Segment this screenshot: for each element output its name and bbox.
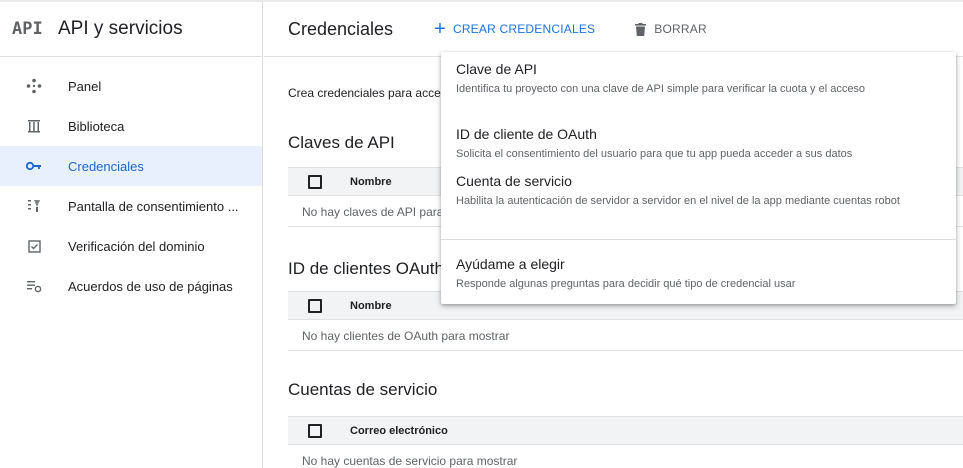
sidebar-item-label: Credenciales bbox=[68, 158, 144, 174]
product-title: API y servicios bbox=[58, 18, 183, 39]
service-accounts-empty-row: No hay cuentas de servicio para mostrar bbox=[288, 446, 963, 468]
menu-item-description: Responde algunas preguntas para decidir … bbox=[456, 278, 796, 290]
menu-item-api-key[interactable]: Clave de API Identifica tu proyecto con … bbox=[441, 61, 956, 99]
menu-item-description: Habilita la autenticación de servidor a … bbox=[456, 195, 900, 207]
menu-item-title: Cuenta de servicio bbox=[456, 173, 572, 189]
key-icon bbox=[0, 161, 68, 171]
menu-item-title: Ayúdame a elegir bbox=[456, 256, 565, 272]
select-all-checkbox[interactable] bbox=[308, 174, 322, 189]
service-accounts-title: Cuentas de servicio bbox=[288, 380, 438, 399]
select-all-checkbox[interactable] bbox=[308, 423, 322, 438]
menu-item-description: Identifica tu proyecto con una clave de … bbox=[456, 83, 866, 95]
sidebar-item-label: Biblioteca bbox=[68, 118, 125, 134]
page-usage-agreements-icon bbox=[0, 279, 68, 293]
sidebar-header: API API y servicios bbox=[0, 2, 262, 57]
column-header-name: Nombre bbox=[350, 175, 392, 188]
library-icon bbox=[0, 119, 68, 133]
domain-verification-icon bbox=[0, 239, 68, 253]
sidebar-item-domain-verification[interactable]: Verificación del dominio bbox=[0, 226, 262, 266]
trash-icon bbox=[635, 22, 647, 36]
sidebar-item-label: Panel bbox=[68, 78, 102, 94]
sidebar-item-label: Acuerdos de uso de páginas bbox=[68, 278, 233, 294]
menu-item-help-me-choose[interactable]: Ayúdame a elegir Responde algunas pregun… bbox=[441, 256, 956, 294]
sidebar-item-panel[interactable]: Panel bbox=[0, 66, 262, 106]
sidebar-item-page-usage[interactable]: Acuerdos de uso de páginas bbox=[0, 266, 262, 306]
oauth-empty-row: No hay clientes de OAuth para mostrar bbox=[288, 321, 963, 351]
column-header-email: Correo electrónico bbox=[350, 424, 448, 437]
service-accounts-table-header: Correo electrónico bbox=[288, 416, 963, 445]
create-credentials-label: CREAR CREDENCIALES bbox=[452, 22, 596, 36]
menu-item-oauth-client-id[interactable]: ID de cliente de OAuth Solicita el conse… bbox=[441, 126, 956, 164]
create-credentials-menu: Clave de API Identifica tu proyecto con … bbox=[441, 52, 956, 304]
create-credentials-button[interactable]: + CREAR CREDENCIALES bbox=[434, 19, 595, 39]
sidebar-item-credentials[interactable]: Credenciales bbox=[0, 146, 262, 186]
sidebar-item-consent-screen[interactable]: Pantalla de consentimiento ... bbox=[0, 186, 262, 226]
plus-icon: + bbox=[434, 18, 446, 40]
delete-label: BORRAR bbox=[654, 22, 707, 36]
sidebar-item-library[interactable]: Biblioteca bbox=[0, 106, 262, 146]
sidebar-nav: Panel Biblioteca Credenciales Pantalla d… bbox=[0, 66, 262, 306]
sidebar-item-label: Verificación del dominio bbox=[68, 238, 205, 254]
sidebar-item-label: Pantalla de consentimiento ... bbox=[68, 198, 239, 214]
api-keys-title: Claves de API bbox=[288, 133, 395, 152]
page-title: Credenciales bbox=[288, 18, 394, 39]
menu-item-description: Solicita el consentimiento del usuario p… bbox=[456, 148, 853, 160]
api-logo: API bbox=[12, 19, 43, 39]
sidebar: API API y servicios Panel Biblioteca Cre… bbox=[0, 2, 263, 468]
dashboard-icon bbox=[0, 78, 68, 94]
menu-item-title: Clave de API bbox=[456, 61, 537, 77]
menu-divider bbox=[441, 239, 956, 240]
select-all-checkbox[interactable] bbox=[308, 298, 322, 313]
consent-screen-icon bbox=[0, 199, 68, 213]
delete-button[interactable]: BORRAR bbox=[635, 22, 707, 36]
column-header-name: Nombre bbox=[350, 299, 392, 312]
menu-item-service-account[interactable]: Cuenta de servicio Habilita la autentica… bbox=[441, 173, 956, 211]
top-bar: Credenciales + CREAR CREDENCIALES BORRAR bbox=[264, 2, 963, 57]
menu-item-title: ID de cliente de OAuth bbox=[456, 126, 597, 142]
